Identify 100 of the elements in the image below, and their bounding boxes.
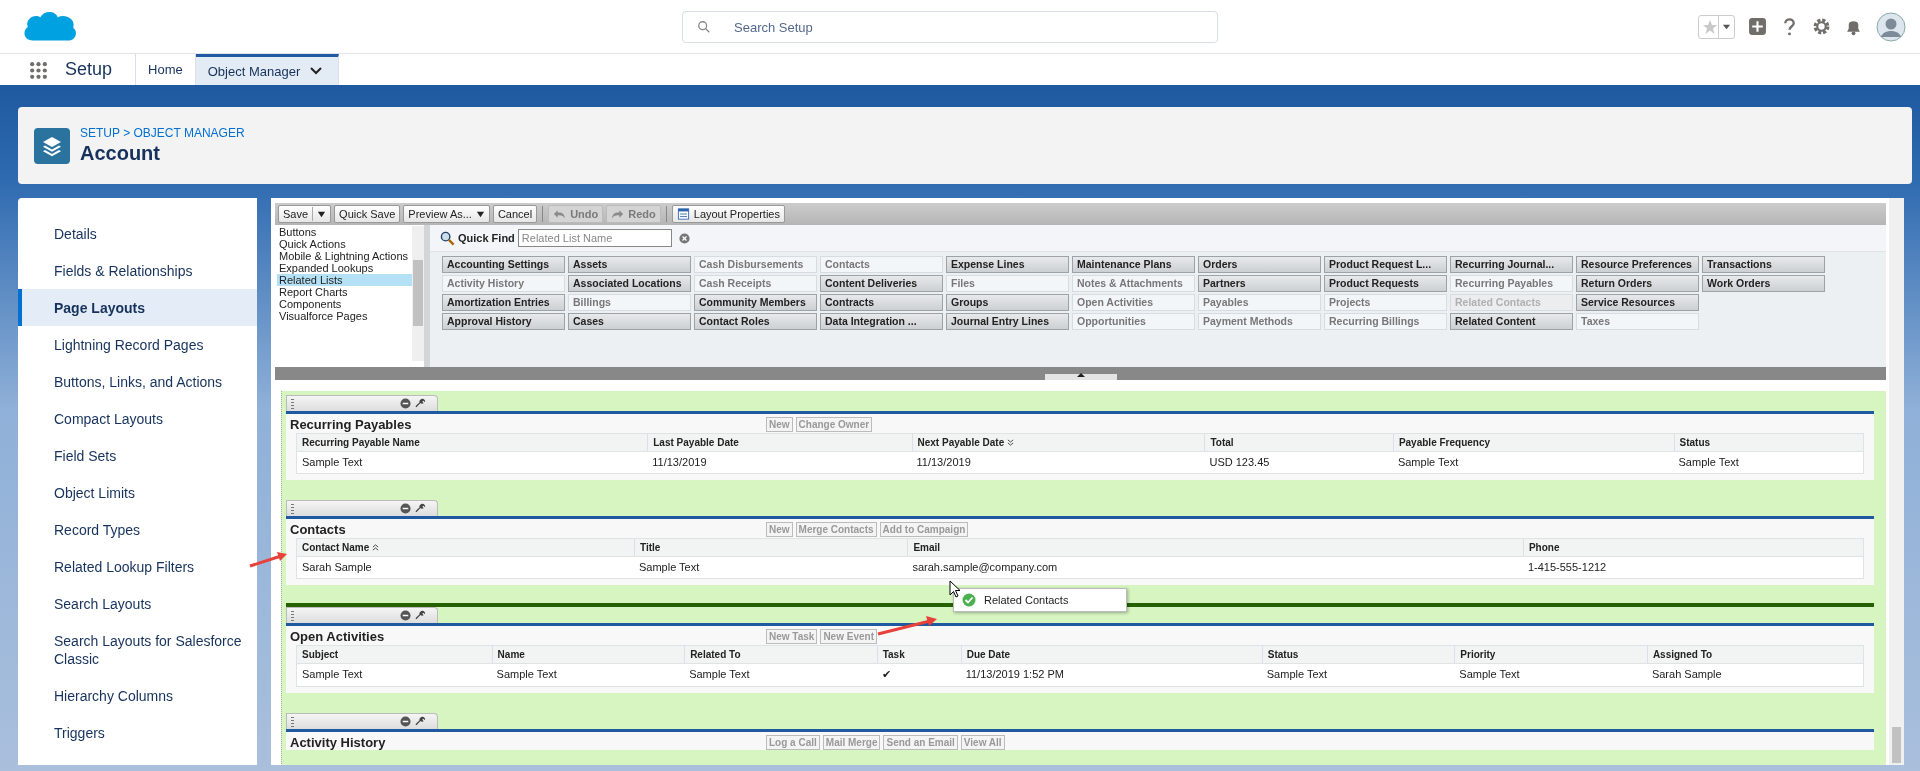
palette-item[interactable]: Product Requests [1324, 275, 1447, 292]
palette-item[interactable]: Contacts [820, 256, 943, 273]
palette-item[interactable]: Content Deliveries [820, 275, 943, 292]
save-button[interactable]: Save [278, 205, 332, 223]
palette-category[interactable]: Buttons [277, 226, 412, 238]
palette-category[interactable]: Quick Actions [277, 238, 412, 250]
palette-item[interactable]: Accounting Settings [442, 256, 565, 273]
sidebar-item[interactable]: Buttons, Links, and Actions [18, 363, 257, 400]
palette-item[interactable]: Recurring Billings [1324, 313, 1447, 330]
sidebar-item[interactable]: Record Types [18, 511, 257, 548]
clear-icon[interactable] [678, 232, 690, 244]
grip-icon[interactable] [291, 716, 294, 727]
palette-item[interactable]: Payment Methods [1198, 313, 1321, 330]
palette-item[interactable]: Maintenance Plans [1072, 256, 1195, 273]
sidebar-item[interactable]: Object Limits [18, 474, 257, 511]
palette-item[interactable]: Projects [1324, 294, 1447, 311]
palette-category[interactable]: Report Charts [277, 286, 412, 298]
avatar[interactable] [1876, 11, 1906, 42]
palette-item[interactable]: Assets [568, 256, 691, 273]
palette-category[interactable]: Related Lists [277, 274, 412, 286]
palette-category[interactable]: Mobile & Lightning Actions [277, 250, 412, 262]
palette-item[interactable]: Files [946, 275, 1069, 292]
plus-icon[interactable] [1748, 17, 1767, 36]
palette-item[interactable]: Service Resources [1576, 294, 1699, 311]
remove-icon[interactable] [400, 610, 411, 621]
chevron-icon[interactable] [310, 67, 323, 75]
section-tab[interactable] [286, 500, 438, 516]
sidebar-item[interactable]: Search Layouts [18, 585, 257, 622]
wrench-icon[interactable] [415, 716, 426, 727]
palette-item[interactable]: Resource Preferences [1576, 256, 1699, 273]
remove-icon[interactable] [400, 503, 411, 514]
nav-tab[interactable]: Home [136, 54, 196, 85]
wrench-icon[interactable] [415, 503, 426, 514]
nav-tab[interactable]: Object Manager [195, 54, 340, 85]
palette-item[interactable]: Transactions [1702, 256, 1825, 273]
palette-item[interactable]: Activity History [442, 275, 565, 292]
palette-item[interactable]: Associated Locations [568, 275, 691, 292]
toolbar-button[interactable]: Cancel [492, 205, 538, 223]
palette-item[interactable]: Orders [1198, 256, 1321, 273]
palette-item[interactable]: Work Orders [1702, 275, 1825, 292]
palette-item[interactable]: Expense Lines [946, 256, 1069, 273]
palette-item[interactable]: Billings [568, 294, 691, 311]
sidebar-item[interactable]: Search Layouts for Salesforce Classic [18, 622, 257, 677]
grip-icon[interactable] [291, 610, 294, 621]
column-header: Email [907, 539, 1523, 556]
app-launcher-icon[interactable] [29, 61, 48, 80]
sidebar-item[interactable]: Fields & Relationships [18, 252, 257, 289]
sidebar-item[interactable]: Compact Layouts [18, 400, 257, 437]
toolbar-button[interactable]: Quick Save [334, 205, 401, 223]
palette-item[interactable]: Contracts [820, 294, 943, 311]
palette-item[interactable]: Payables [1198, 294, 1321, 311]
palette-item[interactable]: Return Orders [1576, 275, 1699, 292]
quick-find-field[interactable]: Related List Name [517, 229, 672, 247]
palette-category[interactable]: Expanded Lookups [277, 262, 412, 274]
palette-category[interactable]: Components [277, 298, 412, 310]
toolbar-button[interactable]: Preview As... [403, 205, 490, 223]
sidebar-item[interactable]: Triggers [18, 714, 257, 751]
palette-item[interactable]: Groups [946, 294, 1069, 311]
palette-category[interactable]: Visualforce Pages [277, 310, 412, 322]
palette-item[interactable]: Related Content [1450, 313, 1573, 330]
section-tab[interactable] [286, 713, 438, 729]
sidebar-item[interactable]: Lightning Record Pages [18, 326, 257, 363]
palette-item[interactable]: Contact Roles [694, 313, 817, 330]
palette-item[interactable]: Opportunities [1072, 313, 1195, 330]
sidebar-item[interactable]: Field Sets [18, 437, 257, 474]
palette-item[interactable]: Recurring Journal... [1450, 256, 1573, 273]
palette-item[interactable]: Cash Receipts [694, 275, 817, 292]
toolbar-button[interactable]: Layout Properties [671, 205, 785, 223]
remove-icon[interactable] [400, 398, 411, 409]
remove-icon[interactable] [400, 716, 411, 727]
palette-item[interactable]: Open Activities [1072, 294, 1195, 311]
sidebar-item[interactable]: Page Layouts [18, 289, 257, 326]
sidebar-item[interactable]: Details [18, 215, 257, 252]
sidebar-item[interactable]: Hierarchy Columns [18, 677, 257, 714]
palette-item[interactable]: Community Members [694, 294, 817, 311]
wrench-icon[interactable] [415, 610, 426, 621]
palette-item[interactable]: Cases [568, 313, 691, 330]
collapse-handle[interactable] [1044, 372, 1117, 380]
scrollbar[interactable] [1889, 198, 1904, 765]
breadcrumb[interactable]: SETUP > OBJECT MANAGER [80, 126, 245, 140]
wrench-icon[interactable] [415, 398, 426, 409]
scrollbar[interactable] [412, 226, 424, 361]
palette-item[interactable]: Data Integration ... [820, 313, 943, 330]
palette-item[interactable]: Partners [1198, 275, 1321, 292]
grip-icon[interactable] [291, 503, 294, 514]
palette-item[interactable]: Amortization Entries [442, 294, 565, 311]
section-tab[interactable] [286, 395, 438, 411]
section-tab[interactable] [286, 607, 438, 623]
sidebar-item[interactable]: Related Lookup Filters [18, 548, 257, 585]
palette-item[interactable]: Notes & Attachments [1072, 275, 1195, 292]
palette-item[interactable]: Approval History [442, 313, 565, 330]
palette-item[interactable]: Cash Disbursements [694, 256, 817, 273]
settings-icon[interactable] [1812, 17, 1831, 36]
palette-item[interactable]: Taxes [1576, 313, 1699, 330]
palette-item[interactable]: Product Request L... [1324, 256, 1447, 273]
section-title: Recurring Payables [290, 417, 413, 432]
palette-item[interactable]: Journal Entry Lines [946, 313, 1069, 330]
search-field[interactable]: Search Setup [682, 11, 1218, 43]
palette-item[interactable]: Recurring Payables [1450, 275, 1573, 292]
grip-icon[interactable] [291, 398, 294, 409]
